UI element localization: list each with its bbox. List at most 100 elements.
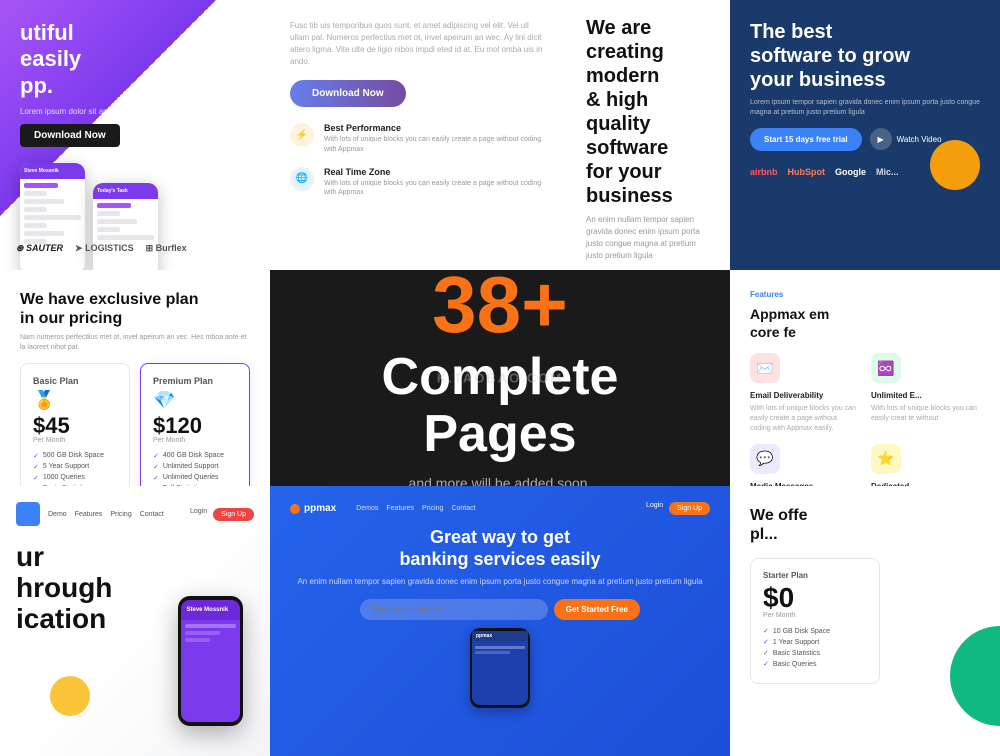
unlimited-text: With lots of unique blocks you can easil… (871, 404, 980, 424)
cell-top-left: utiful easily pp. Lorem ipsum dolor sit … (0, 0, 270, 270)
logo-dot (290, 504, 300, 514)
realtime-icon: 🌐 (290, 167, 314, 191)
tl-logos: ⊛ SAUTER ➤ LOGISTICS ⊞ Burflex (16, 243, 187, 254)
phone-screen: Steve Mossnik (181, 600, 240, 722)
cell-mid-left: We have exclusive plan in our pricing Na… (0, 270, 270, 486)
banking-phone-screen: ppmax (472, 631, 528, 705)
cell-mid-right: Features Appmax em core fe ✉️ Email Deli… (730, 270, 1000, 486)
logo-airbnb: airbnb (750, 167, 778, 177)
yellow-deco-circle (50, 676, 90, 716)
cell-bottom-left: Demo Features Pricing Contact Login Sign… (0, 486, 270, 756)
mr-features-top: ✉️ Email Deliverability With lots of uni… (750, 353, 980, 433)
premium-plan-price: $120 (153, 415, 237, 437)
bl-nav-links: Demo Features Pricing Contact (48, 511, 164, 518)
banking-nav: ppmax Demos Features Pricing Contact Log… (290, 502, 710, 515)
starter-plan-price: $0 (763, 584, 867, 612)
complete-pages-text: Complete Pages (382, 349, 619, 463)
tl-subtext: Lorem ipsum dolor sit amet consectetur (20, 107, 250, 116)
tr-headline: The best software to grow your business (750, 20, 980, 92)
starter-plan-name: Starter Plan (763, 571, 867, 580)
banking-nav-links: Demos Features Pricing Contact (356, 505, 475, 512)
premium-plan-name: Premium Plan (153, 376, 237, 386)
mr-dedicated: ⭐ Dedicated ... With lots of unique bloc… (871, 444, 980, 486)
logo-sauter: ⊛ SAUTER (16, 243, 63, 254)
basic-plan-features: 500 GB Disk Space 5 Year Support 1000 Qu… (33, 452, 117, 486)
cell-bottom-center: ppmax Demos Features Pricing Contact Log… (270, 486, 730, 756)
banking-email-input[interactable] (360, 599, 548, 620)
banking-subtext: An enim nullam tempor sapien gravida don… (290, 576, 710, 587)
feature-realtime: 🌐 Real Time Zone With lots of unique blo… (290, 167, 550, 199)
media-icon: 💬 (750, 444, 780, 474)
logo-logistics: ➤ LOGISTICS (75, 243, 134, 254)
tl-headline: utiful easily pp. (20, 20, 250, 99)
ml-headline: We have exclusive plan in our pricing (20, 290, 250, 328)
big-number: 38+ (432, 265, 568, 345)
feature-perf-title: Best Performance (324, 123, 550, 133)
bl-logo (16, 502, 40, 526)
main-grid: utiful easily pp. Lorem ipsum dolor sit … (0, 0, 1000, 756)
mr-unlimited: ♾️ Unlimited E... With lots of unique bl… (871, 353, 980, 433)
banking-input-row: Get Started Free (360, 599, 640, 620)
cell-top-right: The best software to grow your business … (730, 0, 1000, 270)
tl-download-btn[interactable]: Download Now (20, 124, 120, 147)
logo-burflex: ⊞ Burflex (146, 243, 187, 254)
cell-top-center: Fusc tib uis temporibus quos sunt, et am… (270, 0, 730, 270)
email-deliver-text: With lots of unique blocks you can easil… (750, 404, 859, 433)
tr-subtext: Lorem ipsum tempor sapien gravida donec … (750, 98, 980, 118)
phone-hand: Steve Mossnik (160, 596, 260, 756)
br-headline: We offe pl... (750, 506, 980, 544)
creating-sub: An enim nullam tempor sapien gravida don… (586, 214, 714, 262)
yellow-circle-decoration (930, 140, 980, 190)
bl-nav-btns: Login Sign Up (190, 508, 254, 521)
green-semicircle-decoration (950, 626, 1000, 726)
cell-mid-center: 38+ Complete Pages and more will be adde… (270, 270, 730, 486)
starter-plan-card: Starter Plan $0 Per Month 10 GB Disk Spa… (750, 558, 880, 684)
premium-plan-features: 400 GB Disk Space Unlimited Support Unli… (153, 452, 237, 486)
banking-cta-btn[interactable]: Get Started Free (554, 599, 640, 620)
email-deliver-icon: ✉️ (750, 353, 780, 383)
phone-visual: Steve Mossnik (178, 596, 243, 726)
tc-download-btn[interactable]: Download Now (290, 80, 406, 107)
mr-feature-tag: Features (750, 290, 980, 299)
feature-rt-title: Real Time Zone (324, 167, 550, 177)
phone-mock-2: Today's Task (93, 183, 158, 270)
starter-plan-features: 10 GB Disk Space 1 Year Support Basic St… (763, 627, 867, 668)
feature-rt-text: With lots of unique blocks you can easil… (324, 179, 550, 199)
feature-performance: ⚡ Best Performance With lots of unique b… (290, 123, 550, 155)
tc-right: We are creating modern & high quality so… (570, 0, 730, 270)
mr-email-deliverability: ✉️ Email Deliverability With lots of uni… (750, 353, 859, 433)
banking-hero: ppmax Demos Features Pricing Contact Log… (270, 486, 730, 756)
banking-logo: ppmax (290, 503, 336, 514)
cell-bottom-right: We offe pl... Starter Plan $0 Per Month … (730, 486, 1000, 756)
trial-btn[interactable]: Start 15 days free trial (750, 128, 862, 151)
banking-nav-btns: Login Sign Up (646, 502, 710, 515)
basic-plan-period: Per Month (33, 437, 117, 444)
play-icon: ▶ (870, 128, 892, 150)
ml-subtext: Nam numeros perfectlius met ot, invel ap… (20, 333, 250, 353)
logo-hubspot: HubSpot (788, 167, 826, 177)
tc-features: ⚡ Best Performance With lots of unique b… (290, 123, 550, 198)
email-deliver-title: Email Deliverability (750, 391, 859, 400)
premium-plan-card: Premium Plan 💎 $120 Per Month 400 GB Dis… (140, 363, 250, 486)
logo-microsoft: Mic... (876, 167, 899, 177)
tc-left: Fusc tib uis temporibus quos sunt, et am… (270, 0, 570, 270)
pricing-cards: Basic Plan 🏅 $45 Per Month 500 GB Disk S… (20, 363, 250, 486)
basic-plan-card: Basic Plan 🏅 $45 Per Month 500 GB Disk S… (20, 363, 130, 486)
starter-plan-period: Per Month (763, 612, 867, 619)
watch-video-btn[interactable]: ▶ Watch Video (870, 128, 942, 150)
banking-phone-preview: ppmax (470, 628, 530, 708)
performance-icon: ⚡ (290, 123, 314, 147)
mr-headline: Appmax em core fe (750, 305, 980, 341)
basic-plan-icon: 🏅 (33, 390, 117, 411)
banking-headline: Great way to get banking services easily (290, 527, 710, 570)
unlimited-title: Unlimited E... (871, 391, 980, 400)
unlimited-icon: ♾️ (871, 353, 901, 383)
mr-features-bottom: 💬 Media Messages With lots of unique blo… (750, 444, 980, 486)
mr-media-messages: 💬 Media Messages With lots of unique blo… (750, 444, 859, 486)
tc-lorem: Fusc tib uis temporibus quos sunt, et am… (290, 20, 550, 68)
creating-section: We are creating modern & high quality so… (570, 0, 730, 270)
premium-plan-icon: 💎 (153, 390, 237, 411)
basic-plan-price: $45 (33, 415, 117, 437)
dedicated-icon: ⭐ (871, 444, 901, 474)
creating-headline: We are creating modern & high quality so… (586, 16, 714, 208)
